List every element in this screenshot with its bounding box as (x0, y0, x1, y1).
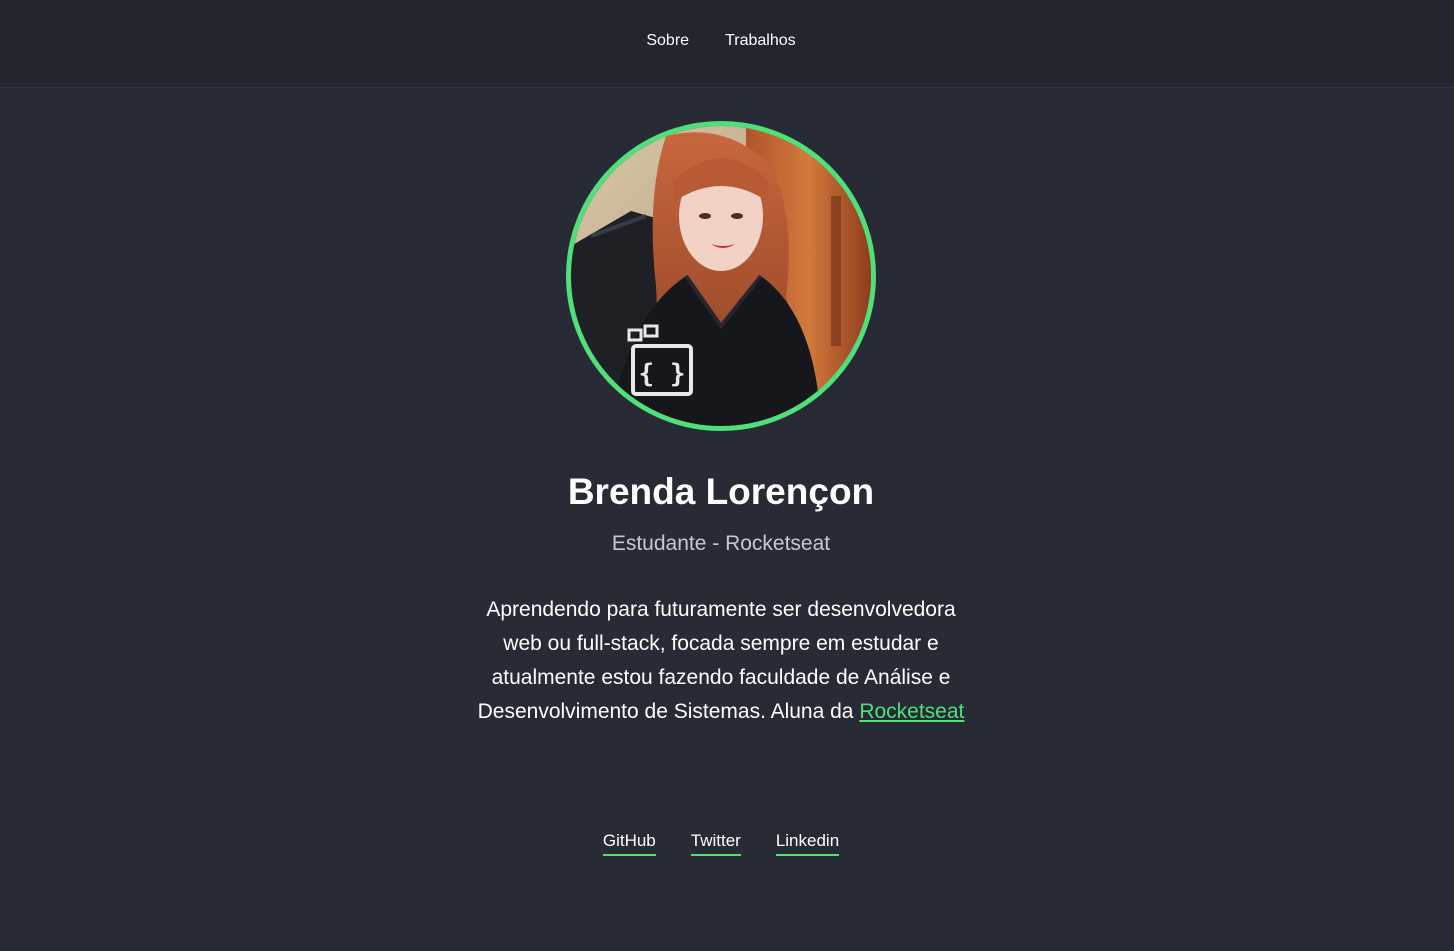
main-nav: Sobre Trabalhos (0, 30, 1442, 52)
nav-link-sobre[interactable]: Sobre (646, 30, 689, 52)
rocketseat-link[interactable]: Rocketseat (859, 700, 964, 723)
github-link[interactable]: GitHub (602, 830, 656, 856)
svg-text:{ }: { } (639, 359, 686, 389)
profile-photo-icon: { } (571, 126, 871, 426)
top-navigation-bar: Sobre Trabalhos (0, 0, 1454, 88)
profile-name: Brenda Lorençon (567, 471, 875, 512)
nav-link-trabalhos[interactable]: Trabalhos (725, 30, 796, 52)
twitter-link[interactable]: Twitter (690, 830, 741, 856)
avatar: { } (566, 121, 876, 431)
linkedin-link[interactable]: Linkedin (775, 830, 840, 856)
social-links: GitHub Twitter Linkedin (0, 830, 1442, 856)
profile-role: Estudante - Rocketseat (611, 532, 831, 555)
profile-bio: Aprendendo para futuramente ser desenvol… (466, 593, 976, 729)
